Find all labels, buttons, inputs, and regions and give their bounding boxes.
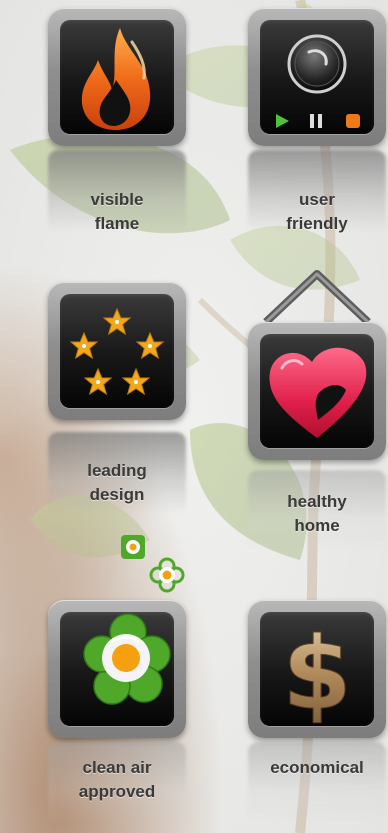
- svg-text:$: $: [282, 615, 352, 726]
- feature-label-line: user: [299, 190, 335, 209]
- feature-label-line: clean air: [82, 758, 152, 777]
- heart-icon: [269, 347, 367, 438]
- feature-tile-leading-design[interactable]: [48, 282, 186, 420]
- small-flower-icon: [149, 557, 185, 593]
- feature-tile-healthy-home[interactable]: [248, 322, 386, 460]
- feature-tile-visible-flame[interactable]: [48, 8, 186, 146]
- stop-icon: [346, 114, 360, 128]
- feature-label-user-friendly: user friendly: [248, 188, 386, 236]
- tile-reflection: [248, 742, 386, 824]
- flame-icon: [81, 28, 151, 130]
- small-flower-icon: [121, 535, 145, 559]
- dollar-icon: $: [282, 615, 353, 727]
- tile-screen: [60, 294, 174, 408]
- feature-label-line: design: [89, 485, 145, 504]
- play-icon: [276, 114, 289, 128]
- feature-label-line: visible: [90, 190, 144, 209]
- feature-label-line: leading: [87, 461, 147, 480]
- feature-tile-economical[interactable]: $: [248, 600, 386, 738]
- hanger-icon: [263, 270, 371, 325]
- tile-screen: [260, 20, 374, 134]
- feature-label-line: approved: [78, 782, 156, 801]
- pause-icon: [310, 114, 314, 128]
- feature-label-line: economical: [270, 758, 364, 777]
- feature-label-line: healthy: [287, 492, 347, 511]
- feature-label-visible-flame: visible flame: [48, 188, 186, 236]
- tile-screen: [60, 20, 174, 134]
- feature-tile-clean-air-approved[interactable]: [48, 600, 186, 738]
- feature-tile-user-friendly[interactable]: [248, 8, 386, 146]
- feature-label-line: flame: [94, 214, 140, 233]
- stars-icon: [70, 308, 164, 395]
- feature-label-leading-design: leading design: [48, 459, 186, 507]
- feature-label-healthy-home: healthy home: [248, 490, 386, 538]
- feature-label-line: friendly: [286, 214, 348, 233]
- tile-screen: [60, 612, 174, 726]
- flower-icon: [83, 613, 171, 705]
- control-panel-icon: [276, 34, 360, 128]
- tile-screen: $: [260, 612, 374, 726]
- feature-label-line: home: [294, 516, 340, 535]
- feature-label-economical: economical: [248, 756, 386, 780]
- tile-screen: [260, 334, 374, 448]
- feature-label-clean-air-approved: clean air approved: [48, 756, 186, 804]
